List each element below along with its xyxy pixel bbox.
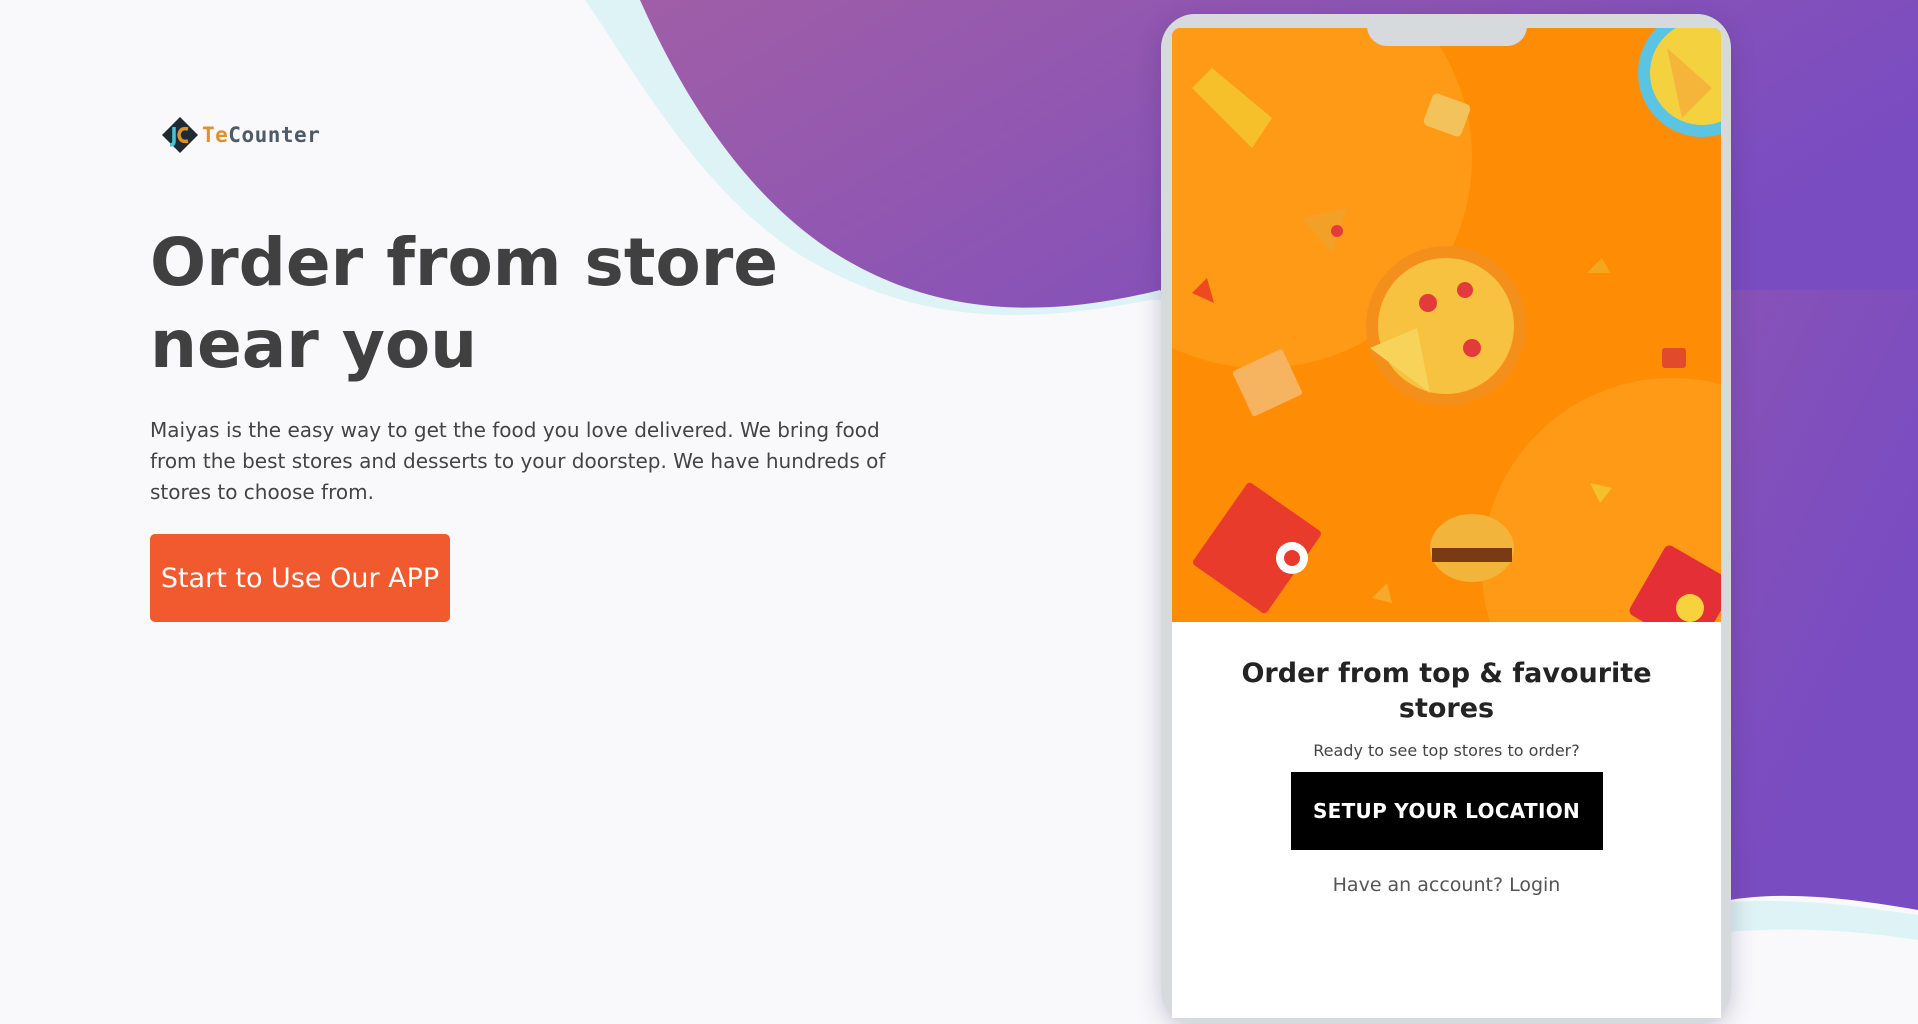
phone-screen-content: Order from top & favourite stores Ready …: [1172, 622, 1721, 896]
brand-logo[interactable]: TeCounter: [160, 115, 320, 155]
hero-description: Maiyas is the easy way to get the food y…: [150, 418, 886, 504]
start-app-button[interactable]: Start to Use Our APP: [150, 534, 450, 622]
hero-title: Order from store near you: [150, 224, 779, 383]
logo-text: TeCounter: [202, 123, 320, 147]
phone-screen: Order from top & favourite stores Ready …: [1172, 28, 1721, 1018]
logo-text-rest: Counter: [228, 123, 321, 147]
logo-text-first: Te: [202, 123, 229, 147]
setup-location-button[interactable]: SETUP YOUR LOCATION: [1290, 772, 1603, 850]
login-link[interactable]: Login: [1509, 874, 1560, 896]
screen-title: Order from top & favourite stores: [1241, 658, 1652, 724]
phone-notch: [1367, 14, 1527, 46]
phone-mockup: Order from top & favourite stores Ready …: [1161, 14, 1731, 1024]
screen-subtitle: Ready to see top stores to order?: [1313, 741, 1580, 760]
food-illustration: [1172, 28, 1721, 622]
login-prompt: Have an account? Login: [1172, 874, 1721, 896]
logo-mark-icon: [162, 117, 198, 153]
login-prompt-text: Have an account?: [1332, 874, 1504, 896]
